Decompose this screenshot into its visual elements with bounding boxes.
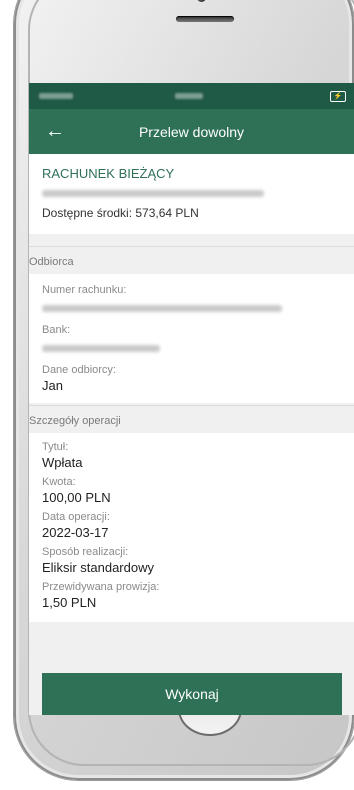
recipient-section-header: Odbiorca — [29, 246, 354, 274]
date-value: 2022-03-17 — [42, 525, 109, 540]
camera-icon — [197, 0, 206, 2]
status-carrier-blurred — [39, 93, 73, 99]
method-value: Eliksir standardowy — [42, 560, 154, 575]
execute-button[interactable]: Wykonaj — [42, 673, 342, 715]
account-number-blurred — [42, 190, 264, 197]
title-label: Tytuł: — [42, 441, 69, 453]
recipient-card: Numer rachunku: Bank: Dane odbiorcy: Jan — [29, 274, 354, 403]
date-label: Data operacji: — [42, 511, 110, 523]
speaker-grille — [176, 16, 234, 22]
fee-label: Przewidywana prowizja: — [42, 581, 160, 593]
app-bar: ← Przelew dowolny — [29, 109, 354, 154]
operation-section-title: Szczegóły operacji — [29, 415, 121, 427]
status-bar: ⚡ — [29, 83, 354, 109]
page-title: Przelew dowolny — [138, 123, 245, 140]
back-arrow-icon[interactable]: ← — [29, 120, 75, 143]
amount-label: Kwota: — [42, 476, 76, 488]
operation-card: Tytuł: Wpłata Kwota: 100,00 PLN Data ope… — [29, 433, 354, 622]
bank-label: Bank: — [42, 324, 71, 336]
fee-value: 1,50 PLN — [42, 595, 97, 610]
operation-section-header: Szczegóły operacji — [29, 405, 354, 433]
battery-icon: ⚡ — [330, 91, 346, 102]
title-value: Wpłata — [42, 455, 83, 470]
bank-value-blurred — [42, 345, 160, 352]
account-name: RACHUNEK BIEŻĄCY — [42, 166, 175, 181]
account-number-value-blurred — [42, 305, 282, 312]
recipient-data-label: Dane odbiorcy: — [42, 364, 116, 376]
recipient-section-title: Odbiorca — [29, 256, 74, 268]
account-card: RACHUNEK BIEŻĄCY Dostępne środki: 573,64… — [29, 154, 354, 234]
available-funds: Dostępne środki: 573,64 PLN — [42, 206, 199, 220]
account-number-label: Numer rachunku: — [42, 284, 127, 296]
recipient-data-value: Jan — [42, 378, 63, 393]
method-label: Sposób realizacji: — [42, 546, 129, 558]
status-time-blurred — [175, 93, 203, 99]
phone-screen: ⚡ ← Przelew dowolny RACHUNEK BIEŻĄCY Dos… — [29, 83, 354, 715]
amount-value: 100,00 PLN — [42, 490, 111, 505]
